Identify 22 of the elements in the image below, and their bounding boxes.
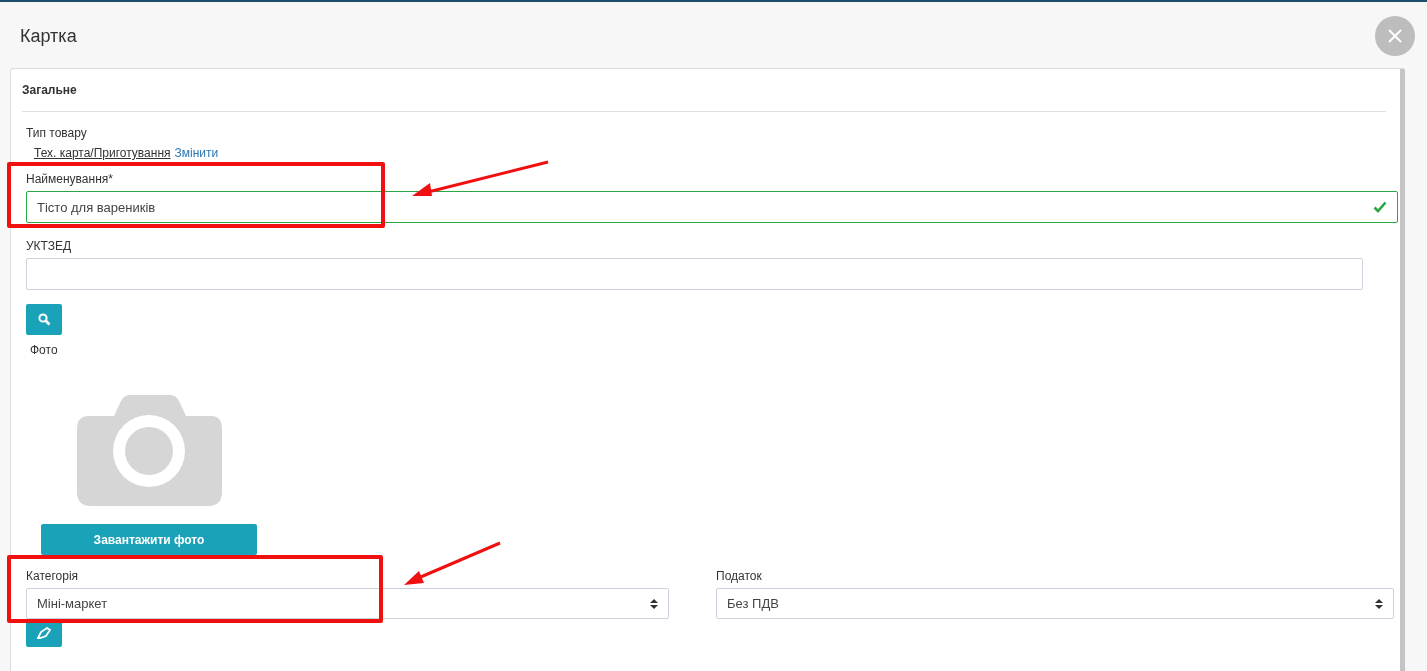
sort-caret-icon [1375, 598, 1383, 609]
change-link[interactable]: Змінити [174, 146, 219, 160]
search-icon [37, 313, 51, 326]
section-title: Загальне [22, 82, 78, 97]
uktzed-field[interactable] [26, 258, 1363, 290]
field-label: Категорія [25, 569, 80, 583]
pencil-icon [37, 627, 51, 639]
search-button[interactable] [26, 304, 62, 335]
check-icon [1373, 201, 1387, 213]
select-field[interactable]: Міні-маркет [26, 588, 669, 619]
field-label: Фото [29, 343, 59, 357]
field-label: УКТЗЕД [25, 239, 73, 253]
field-label: Найменування* [25, 172, 114, 186]
select-field[interactable]: Без ПДВ [716, 588, 1394, 619]
field-label: Тип товару [25, 126, 88, 140]
product-type-value: Тех. карта/Приготування [34, 146, 171, 160]
sort-caret-icon [650, 598, 658, 609]
field-label: Податок [715, 569, 763, 583]
close-icon [1387, 28, 1403, 44]
close-button[interactable] [1375, 16, 1415, 56]
name-field[interactable]: Тісто для вареників [26, 191, 1398, 223]
modal-title: Картка [20, 25, 77, 47]
